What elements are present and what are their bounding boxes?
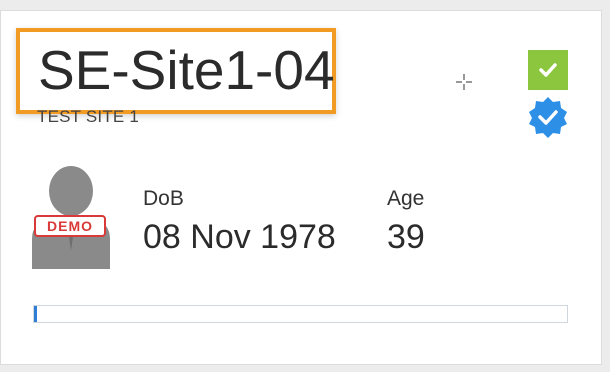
subject-id-highlight[interactable]: SE-Site1-04 <box>16 28 336 114</box>
demo-badge: DEMO <box>34 215 106 237</box>
site-name: TEST SITE 1 <box>37 107 140 126</box>
subject-id[interactable]: SE-Site1-04 <box>38 38 335 102</box>
age-label: Age <box>387 187 425 210</box>
age-value: 39 <box>387 218 425 256</box>
progress-fill <box>34 306 38 322</box>
check-icon[interactable] <box>528 50 568 90</box>
progress-bar <box>33 305 568 323</box>
crosshair-cursor-icon <box>456 74 472 90</box>
subject-card[interactable]: SE-Site1-04 TEST SITE 1 DEMO DoB 08 Nov … <box>0 10 602 365</box>
dob-value: 08 Nov 1978 <box>143 218 336 256</box>
verified-badge-icon[interactable] <box>526 95 570 139</box>
dob-label: DoB <box>143 187 184 210</box>
